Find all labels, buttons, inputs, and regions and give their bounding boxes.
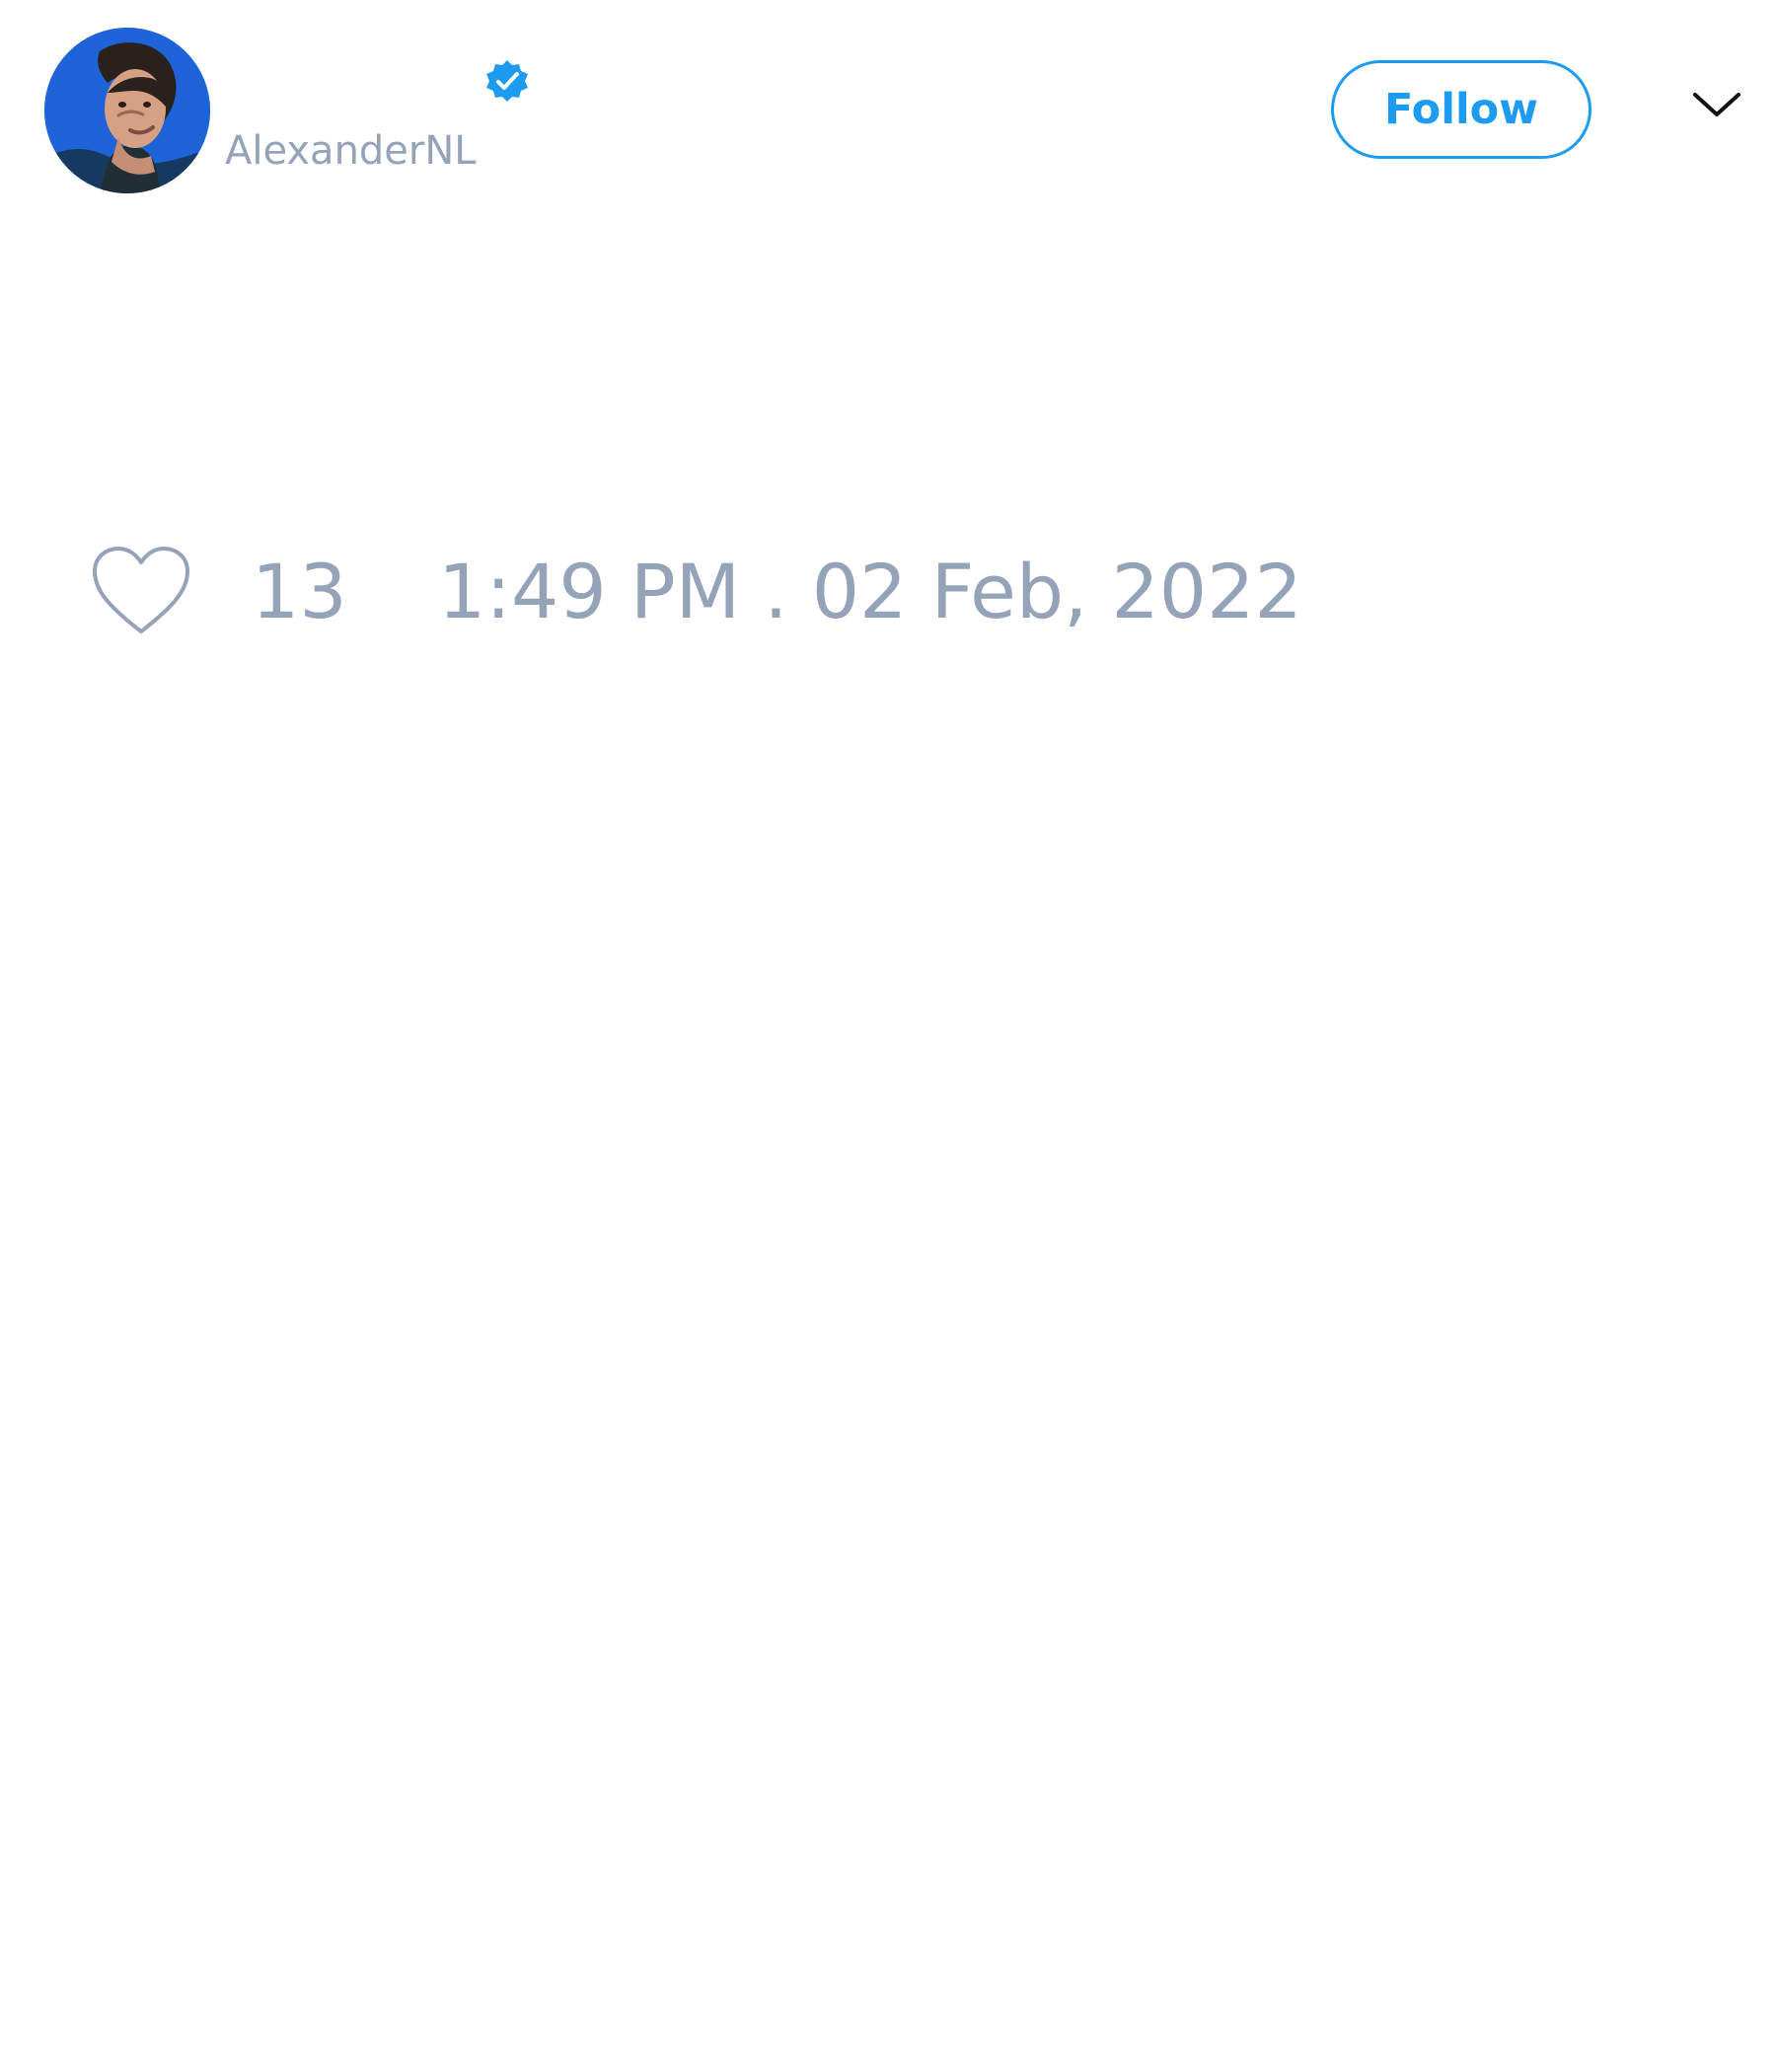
- like-count: 13: [252, 548, 347, 635]
- author-handle[interactable]: AlexanderNL: [225, 126, 477, 176]
- tweet-header: AlexanderNL Follow: [0, 0, 1776, 217]
- tweet-footer: 13 1:49 PM . 02 Feb, 2022: [0, 533, 1776, 651]
- tweet-timestamp[interactable]: 1:49 PM . 02 Feb, 2022: [438, 548, 1302, 636]
- heart-icon[interactable]: [87, 545, 195, 639]
- author-avatar[interactable]: [44, 28, 210, 193]
- verified-badge-icon: [483, 57, 531, 105]
- chevron-down-icon[interactable]: [1689, 85, 1744, 124]
- follow-button[interactable]: Follow: [1331, 60, 1591, 159]
